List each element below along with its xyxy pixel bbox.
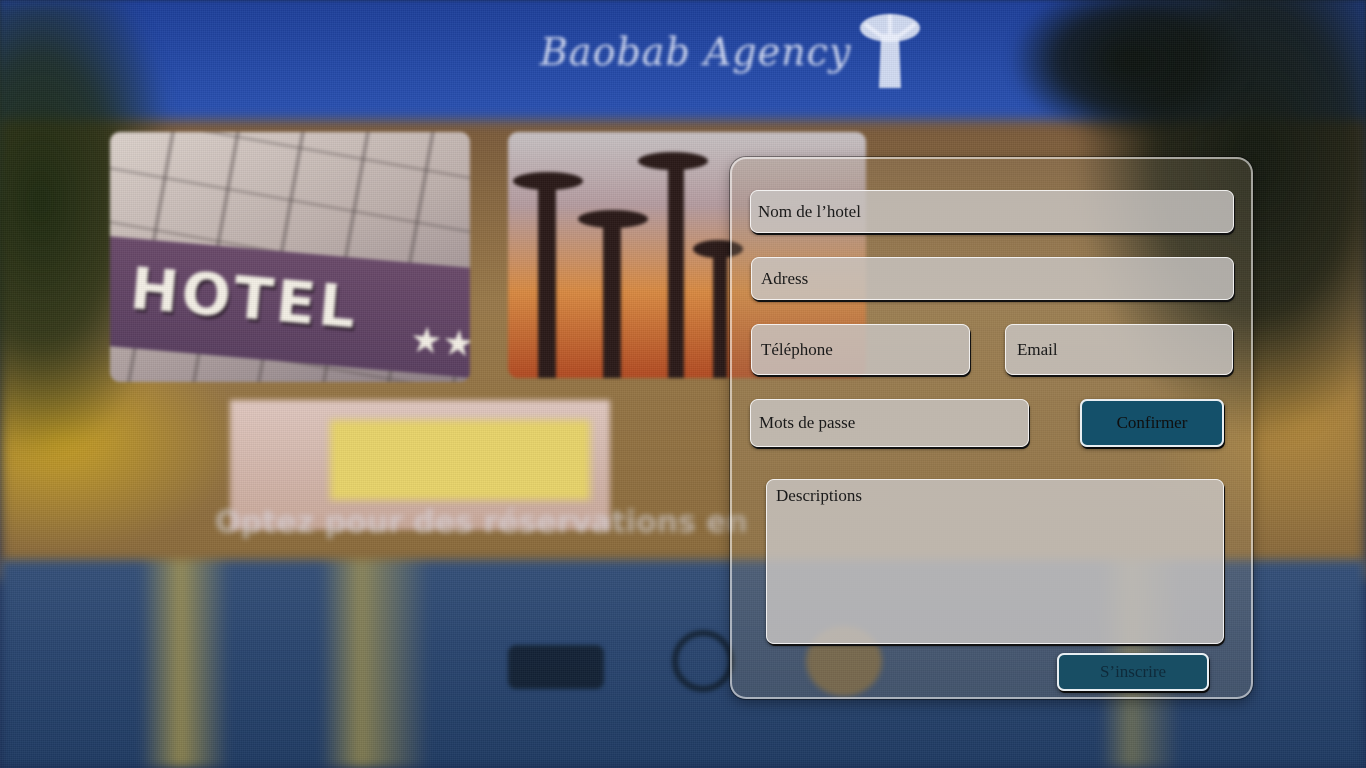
hotel-name-input[interactable] <box>750 190 1234 233</box>
baobab-canopy <box>638 152 708 170</box>
address-input[interactable] <box>751 257 1234 300</box>
hotel-registration-form: Confirmer S’inscrire <box>730 157 1253 699</box>
resort-building-lit <box>330 420 590 500</box>
register-button[interactable]: S’inscrire <box>1057 653 1209 691</box>
confirm-button[interactable]: Confirmer <box>1080 399 1224 447</box>
password-input[interactable] <box>750 399 1029 447</box>
baobab-trunk <box>538 178 556 378</box>
baobab-tree-icon <box>860 14 920 88</box>
brand-wordmark: Baobab Agency <box>540 30 852 74</box>
background-tagline: Optez pour des réservations en <box>215 505 748 540</box>
email-input[interactable] <box>1005 324 1233 375</box>
palm-tree-top <box>1000 0 1260 150</box>
phone-input[interactable] <box>751 324 970 375</box>
baobab-trunk <box>603 218 621 378</box>
baobab-trunk <box>668 158 684 378</box>
background-button <box>508 645 604 689</box>
baobab-canopy <box>513 172 583 190</box>
hotel-photo-card: HOTEL ★★ <box>110 132 470 382</box>
baobab-canopy <box>578 210 648 228</box>
description-textarea[interactable] <box>766 479 1224 644</box>
baobab-trunk <box>713 248 727 378</box>
hotel-stars: ★★ <box>408 319 470 366</box>
background-social-icon <box>672 630 734 692</box>
